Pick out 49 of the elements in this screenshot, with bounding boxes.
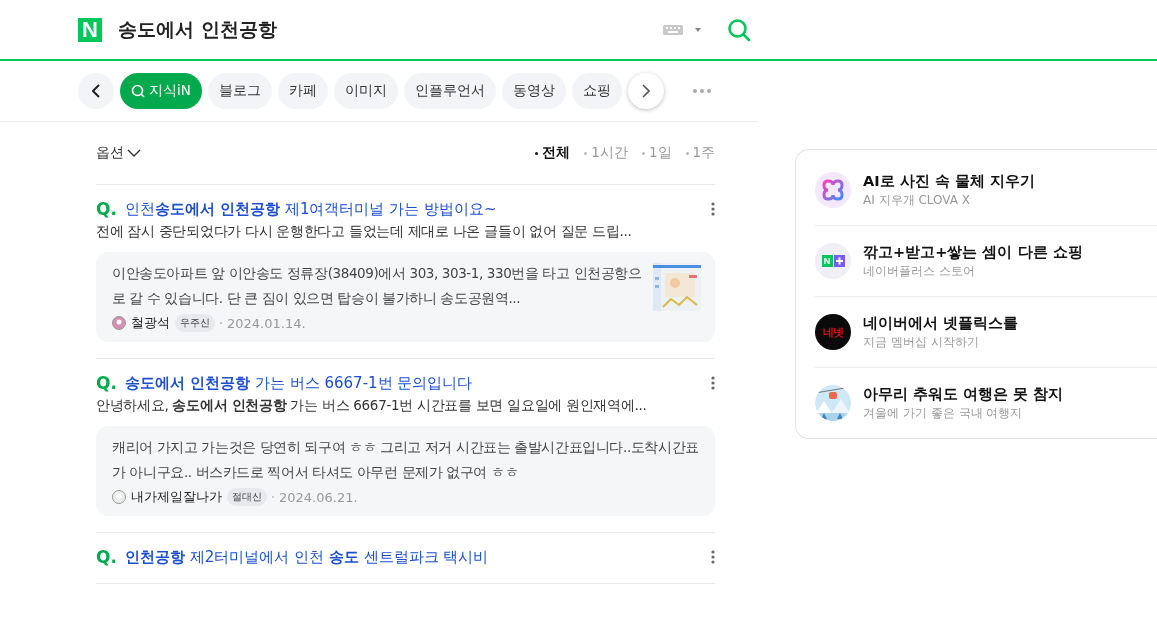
ad-subtitle: 지금 멤버십 시작하기 <box>863 333 980 351</box>
tab[interactable]: 동영상 <box>501 73 566 109</box>
avatar-icon <box>112 316 126 330</box>
clover-icon <box>815 172 852 208</box>
question-snippet: 안녕하세요, 송도에서 인천공항 가는 버스 6667-1번 시간표를 보면 일요일에 원인재역에... <box>96 397 648 415</box>
store-icon: N <box>815 243 852 279</box>
ad-title[interactable]: 네이버에서 넷플릭스를 <box>863 313 1019 333</box>
chevron-right-icon <box>641 84 650 98</box>
tab[interactable]: 이미지 <box>333 73 398 109</box>
tab[interactable]: 카페 <box>277 73 328 109</box>
ad-subtitle: 겨울에 가기 좋은 국내 여행지 <box>863 404 1024 422</box>
answer-card[interactable]: 캐리어 가지고 가는것은 당연히 되구여 ㅎㅎ 그리고 저거 시간표는 출발시간표입니다..도착시간표가 아니구요.. 버스카드로 찍어서 타셔도 아무런 문제가 없구여 ㅎㅎ 내가제일잘나가 절대신 2024.06.21. <box>96 426 716 516</box>
ad-title[interactable]: 깎고+받고+쌓는 셈이 다른 쇼핑 <box>863 242 1083 262</box>
next-button[interactable] <box>627 73 664 109</box>
question-title[interactable]: 인천공항 제2터미널에서 인천 송도 센트럴파크 택시비 <box>124 547 489 567</box>
chevron-left-icon <box>92 84 100 98</box>
question-snippet: 전에 잠시 중단되었다가 다시 운행한다고 들었는데 제대로 나온 글들이 없어 질문 드립... <box>96 223 633 241</box>
ad-subtitle: AI 지우개 CLOVA X <box>863 191 972 209</box>
tab[interactable]: 인플루언서 <box>403 73 496 109</box>
chevron-down-icon <box>127 149 141 157</box>
ad-title[interactable]: AI로 사진 속 물체 지우기 <box>863 171 1035 191</box>
answer-date: 2024.06.21. <box>279 489 358 505</box>
search-icon <box>131 84 145 98</box>
tab[interactable]: 쇼핑 <box>571 73 622 109</box>
more-icon[interactable] <box>711 202 716 216</box>
period-filter[interactable]: 전체 <box>535 144 571 162</box>
author-name[interactable]: 철광석 <box>131 314 170 332</box>
more-icon[interactable] <box>711 376 716 390</box>
ad-title[interactable]: 아무리 추워도 여행은 못 참지 <box>863 384 1064 404</box>
options-dropdown[interactable]: 옵션 <box>96 144 141 162</box>
question-title[interactable]: 송도에서 인천공항 가는 버스 6667-1번 문의입니다 <box>124 373 473 393</box>
tab[interactable]: 블로그 <box>207 73 272 109</box>
ad-subtitle: 네이버플러스 스토어 <box>863 262 976 280</box>
answer-text: 캐리어 가지고 가는것은 당연히 되구여 ㅎㅎ 그리고 저거 시간표는 출발시간표입니다..도착시간표가 아니구요.. 버스카드로 찍어서 타셔도 아무런 문제가 없구여 ㅎㅎ <box>112 438 700 482</box>
search-query[interactable]: 송도에서 인천공항 <box>118 16 277 43</box>
previous-button[interactable] <box>78 73 114 109</box>
rank-badge: 우주신 <box>175 314 215 332</box>
answer-text: 이안송도아파트 앞 이안송도 정류장(38409)에서 303, 303-1, 330번을 타고 인천공항으로 갈 수 있습니다. 단 큰 짐이 있으면 탑승이 불가하니 송도공원역... <box>112 264 643 308</box>
question-mark: Q. <box>96 547 117 567</box>
answer-date: 2024.01.14. <box>227 315 306 331</box>
question-title[interactable]: 인천송도에서 인천공항 제1여객터미널 가는 방법이요~ <box>124 199 497 219</box>
netflix-logo: 네넷 <box>815 314 852 350</box>
avatar-icon <box>112 490 126 504</box>
answer-card[interactable]: 이안송도아파트 앞 이안송도 정류장(38409)에서 303, 303-1, 330번을 타고 인천공항으로 갈 수 있습니다. 단 큰 짐이 있으면 탑승이 불가하니 송도공원역... 철광석 우주신 2024.01.14. <box>96 252 716 342</box>
more-icon[interactable] <box>711 550 716 564</box>
question-mark: Q. <box>96 199 117 219</box>
question-mark: Q. <box>96 373 117 393</box>
rank-badge: 절대신 <box>227 488 267 506</box>
author-name[interactable]: 내가제일잘나가 <box>131 488 222 506</box>
